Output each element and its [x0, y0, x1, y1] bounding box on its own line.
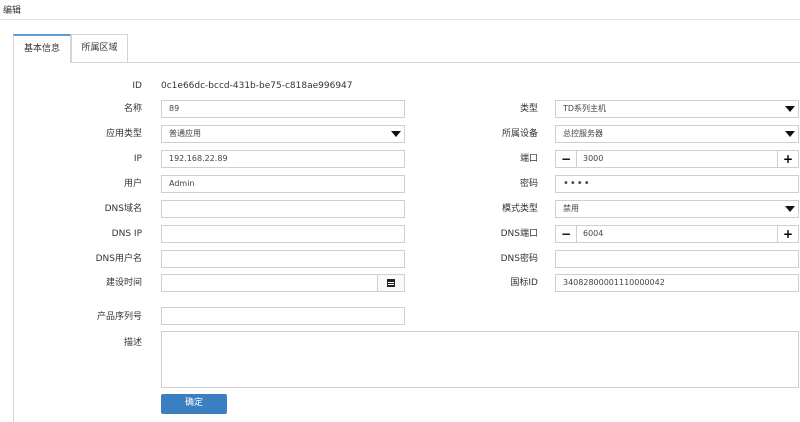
dns-ip-label: DNS IP	[111, 229, 142, 239]
type-select-value: TD系列主机	[563, 104, 607, 113]
device-select-value: 总控服务器	[563, 129, 603, 138]
dns-password-label: DNS密码	[500, 254, 538, 264]
confirm-button[interactable]: 确定	[161, 394, 227, 414]
serial-label: 产品序列号	[96, 312, 142, 322]
port-label: 端口	[519, 154, 538, 164]
type-label: 类型	[519, 104, 538, 114]
user-input[interactable]: Admin	[161, 175, 405, 193]
dns-password-input[interactable]	[555, 250, 799, 268]
tab-basic-info[interactable]: 基本信息	[13, 34, 71, 63]
device-select[interactable]: 总控服务器	[555, 125, 799, 143]
description-textarea[interactable]	[161, 331, 799, 388]
name-label: 名称	[123, 104, 142, 114]
password-mask: ••••	[563, 178, 591, 189]
name-input[interactable]: 89	[161, 100, 405, 118]
caret-down-icon	[785, 206, 795, 212]
caret-down-icon	[785, 106, 795, 112]
name-input-value: 89	[169, 104, 180, 113]
type-select[interactable]: TD系列主机	[555, 100, 799, 118]
port-stepper[interactable]: − 3000 +	[555, 150, 799, 168]
port-decrement-button[interactable]: −	[556, 151, 577, 167]
calendar-button[interactable]	[377, 275, 404, 291]
dialog-title: 编辑	[3, 6, 22, 16]
dialog-title-bar: 编辑	[0, 0, 800, 20]
caret-down-icon	[785, 131, 795, 137]
dns-port-increment-button[interactable]: +	[777, 226, 798, 242]
port-value[interactable]: 3000	[583, 151, 603, 167]
calendar-icon	[387, 279, 395, 287]
user-label: 用户	[123, 179, 142, 189]
mode-type-select[interactable]: 禁用	[555, 200, 799, 218]
caret-down-icon	[391, 131, 401, 137]
port-increment-button[interactable]: +	[777, 151, 798, 167]
dns-port-stepper[interactable]: − 6004 +	[555, 225, 799, 243]
dns-port-value[interactable]: 6004	[583, 226, 603, 242]
ip-label: IP	[133, 154, 142, 164]
app-type-select[interactable]: 普通应用	[161, 125, 405, 143]
dns-ip-input[interactable]	[161, 225, 405, 243]
dns-port-label: DNS端口	[500, 229, 538, 239]
app-type-select-value: 普通应用	[169, 129, 201, 138]
app-type-label: 应用类型	[105, 129, 142, 139]
mode-type-label: 模式类型	[501, 204, 538, 214]
mode-type-select-value: 禁用	[563, 204, 579, 213]
description-label: 描述	[123, 338, 142, 348]
password-input[interactable]: ••••	[555, 175, 799, 193]
dns-port-decrement-button[interactable]: −	[556, 226, 577, 242]
national-id-label: 国标ID	[510, 278, 538, 288]
password-label: 密码	[519, 179, 538, 189]
dns-domain-input[interactable]	[161, 200, 405, 218]
national-id-value: 34082800001110000042	[563, 278, 665, 287]
tab-region[interactable]: 所属区域	[71, 34, 128, 62]
build-time-label: 建设时间	[105, 278, 142, 288]
device-label: 所属设备	[501, 129, 538, 139]
dns-user-label: DNS用户名	[95, 254, 142, 264]
dns-domain-label: DNS域名	[104, 204, 142, 214]
id-value: 0c1e66dc-bccd-431b-be75-c818ae996947	[161, 81, 353, 91]
dns-user-input[interactable]	[161, 250, 405, 268]
build-time-input[interactable]	[161, 274, 405, 292]
ip-input-value: 192.168.22.89	[169, 154, 228, 163]
id-label: ID	[132, 81, 142, 91]
serial-input[interactable]	[161, 307, 405, 325]
national-id-input[interactable]: 34082800001110000042	[555, 274, 799, 292]
user-input-value: Admin	[169, 179, 195, 188]
ip-input[interactable]: 192.168.22.89	[161, 150, 405, 168]
